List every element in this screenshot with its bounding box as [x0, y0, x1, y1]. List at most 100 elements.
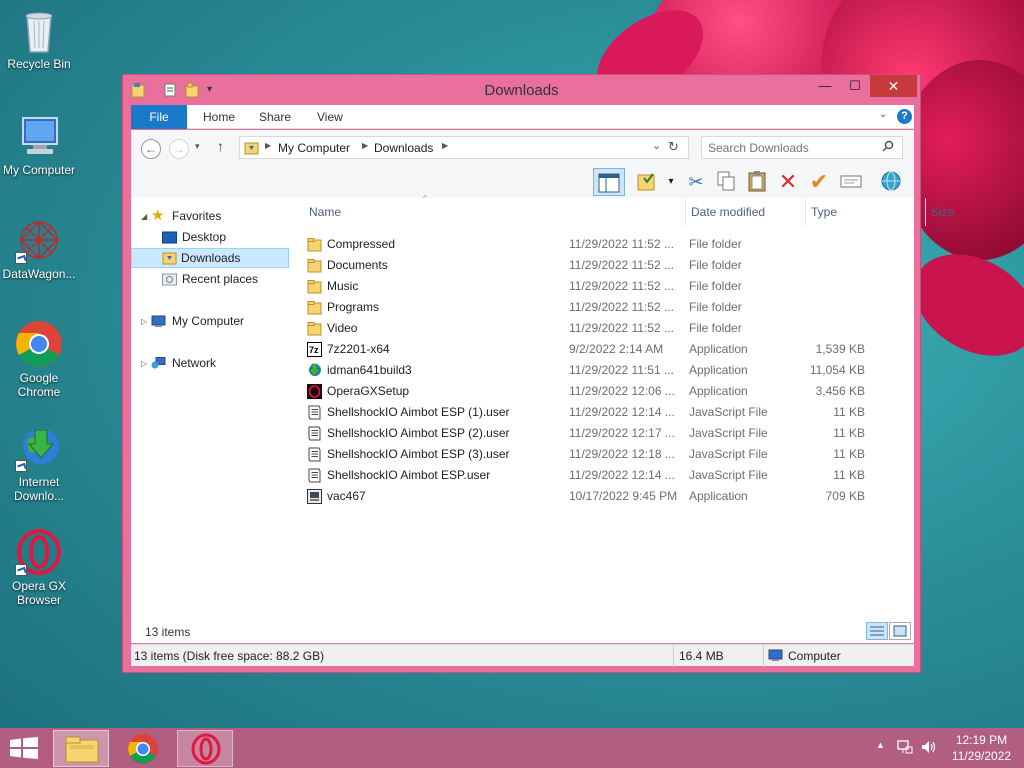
desktop-icon-datawagon[interactable]: DataWagon...	[0, 216, 78, 281]
file-row[interactable]: OperaGXSetup 11/29/2022 12:06 ... Applicat…	[301, 381, 881, 402]
chevron-down-icon[interactable]: ⌄	[879, 109, 887, 120]
network-globe-icon[interactable]	[879, 170, 903, 194]
file-date-modified: 11/29/2022 11:52 ...	[569, 300, 674, 314]
file-name: ShellshockIO Aimbot ESP.user	[327, 468, 491, 482]
taskbar-file-explorer[interactable]	[53, 730, 109, 767]
file-size: 1,539 KB	[815, 342, 865, 356]
nav-item-my-computer[interactable]: ▷ My Computer	[131, 311, 289, 331]
file-row[interactable]: Programs 11/29/2022 11:52 ... File folder	[301, 297, 881, 318]
nav-item-recent-places[interactable]: Recent places	[131, 269, 289, 289]
show-hidden-icons-chevron-icon[interactable]: ▲	[876, 740, 885, 750]
expand-arrow-icon[interactable]: ◢	[141, 207, 147, 227]
paste-icon[interactable]	[745, 170, 769, 194]
volume-icon[interactable]	[920, 739, 938, 758]
nav-item-network[interactable]: ▷ Network	[131, 353, 289, 373]
expand-arrow-icon[interactable]: ▷	[141, 312, 147, 332]
network-tray-icon[interactable]	[897, 739, 913, 758]
rename-checkmark-icon[interactable]: ✔	[807, 170, 831, 194]
breadcrumb-my-computer[interactable]: My Computer	[278, 141, 350, 155]
large-icons-view-button[interactable]	[889, 622, 911, 640]
minimize-button[interactable]: —	[810, 75, 840, 97]
refresh-icon[interactable]: ↻	[668, 139, 679, 155]
chrome-icon	[128, 734, 158, 764]
file-row[interactable]: 7z 7z2201-x64 9/2/2022 2:14 AM Application 1…	[301, 339, 881, 360]
details-view-button[interactable]	[866, 622, 888, 640]
breadcrumb-chevron-icon[interactable]: ▶	[265, 141, 271, 150]
shortcut-arrow-icon	[15, 460, 27, 472]
nav-item-downloads[interactable]: Downloads	[131, 248, 289, 268]
status-divider	[673, 645, 674, 667]
taskbar-opera-gx[interactable]	[177, 730, 233, 767]
file-row[interactable]: ShellshockIO Aimbot ESP.user 11/29/2022 1…	[301, 465, 881, 486]
column-header-size[interactable]: Size	[931, 205, 954, 219]
file-row[interactable]: ShellshockIO Aimbot ESP (3).user 11/29/20…	[301, 444, 881, 465]
clock-time: 12:19 PM	[955, 733, 1008, 747]
desktop-icon-my-computer[interactable]: My Computer	[0, 112, 78, 177]
column-divider[interactable]	[925, 198, 926, 226]
status-disk-space: 13 items (Disk free space: 88.2 GB)	[134, 649, 325, 663]
up-arrow-icon[interactable]: ↑	[217, 138, 224, 154]
properties-dialog-icon[interactable]	[839, 170, 863, 194]
desktop-icon-label: Internet Downlo...	[13, 475, 65, 503]
datawagon-icon	[15, 216, 63, 264]
column-header-date-modified[interactable]: Date modified	[691, 205, 765, 219]
tab-home[interactable]: Home	[189, 105, 249, 129]
svg-text:7z: 7z	[309, 345, 319, 355]
idm-icon	[15, 424, 63, 472]
taskbar-google-chrome[interactable]	[115, 730, 171, 767]
file-row[interactable]: ShellshockIO Aimbot ESP (2).user 11/29/20…	[301, 423, 881, 444]
column-divider[interactable]	[805, 198, 806, 226]
options-dropdown-icon[interactable]: ▾	[659, 170, 683, 194]
search-input[interactable]	[708, 140, 878, 155]
file-row[interactable]: vac467 10/17/2022 9:45 PM Application 709 K…	[301, 486, 881, 507]
copy-icon[interactable]	[714, 170, 738, 194]
back-arrow-icon[interactable]: ←	[141, 139, 161, 159]
file-row[interactable]: Compressed 11/29/2022 11:52 ... File folde…	[301, 234, 881, 255]
forward-arrow-icon[interactable]: →	[169, 139, 189, 159]
column-header-type[interactable]: Type	[811, 205, 837, 219]
explorer-body: ◢ ★ Favorites Desktop Downloads Recent p…	[131, 194, 954, 643]
file-row[interactable]: ShellshockIO Aimbot ESP (1).user 11/29/20…	[301, 402, 881, 423]
desktop-icon-opera-gx[interactable]: Opera GX Browser	[0, 528, 78, 607]
breadcrumb-chevron-icon[interactable]: ▶	[442, 141, 448, 150]
nav-item-desktop[interactable]: Desktop	[131, 227, 289, 247]
close-button[interactable]: ✕	[870, 75, 917, 97]
windows-start-icon[interactable]	[10, 737, 38, 762]
sort-ascending-icon: ^	[423, 194, 427, 203]
expand-arrow-icon[interactable]: ▷	[141, 354, 147, 374]
computer-icon	[151, 314, 166, 327]
file-name: Compressed	[327, 237, 396, 251]
breadcrumb-chevron-icon[interactable]: ▶	[362, 141, 368, 150]
nav-item-favorites[interactable]: ◢ ★ Favorites	[131, 206, 289, 226]
preview-pane-icon[interactable]	[593, 168, 625, 196]
column-divider[interactable]	[685, 198, 686, 226]
desktop-icon-google-chrome[interactable]: Google Chrome	[0, 320, 78, 399]
column-header-name[interactable]: Name	[309, 205, 341, 219]
delete-icon[interactable]: ✕	[776, 170, 800, 194]
file-date-modified: 11/29/2022 12:14 ...	[569, 405, 675, 419]
folder-options-icon[interactable]	[635, 170, 659, 194]
address-bar[interactable]: ▶ My Computer ▶ Downloads ▶ ⌄ ↻	[239, 136, 689, 159]
file-row[interactable]: Video 11/29/2022 11:52 ... File folder	[301, 318, 881, 339]
breadcrumb-downloads[interactable]: Downloads	[374, 141, 433, 155]
address-history-chevron-icon[interactable]: ⌄	[652, 139, 661, 152]
tab-share[interactable]: Share	[245, 105, 305, 129]
file-name: ShellshockIO Aimbot ESP (2).user	[327, 426, 510, 440]
maximize-button[interactable]: ☐	[840, 75, 870, 97]
title-bar[interactable]: ▾ Downloads — ☐ ✕	[123, 75, 920, 105]
tab-file[interactable]: File	[131, 105, 187, 129]
recent-locations-chevron-icon[interactable]: ▾	[195, 141, 200, 152]
file-row[interactable]: idman641build3 11/29/2022 11:51 ... Applic…	[301, 360, 881, 381]
folder-location-icon	[244, 140, 259, 158]
file-row[interactable]: Music 11/29/2022 11:52 ... File folder	[301, 276, 881, 297]
cut-icon[interactable]: ✂	[684, 170, 708, 194]
desktop-icon-internet-download-manager[interactable]: Internet Downlo...	[0, 424, 78, 503]
file-type: File folder	[689, 279, 742, 293]
tab-view[interactable]: View	[303, 105, 357, 129]
search-box[interactable]	[701, 136, 903, 159]
system-clock[interactable]: 12:19 PM 11/29/2022	[944, 732, 1019, 764]
file-row[interactable]: Documents 11/29/2022 11:52 ... File folder	[301, 255, 881, 276]
help-icon[interactable]: ?	[897, 109, 912, 124]
search-icon[interactable]	[882, 140, 894, 155]
desktop-icon-recycle-bin[interactable]: Recycle Bin	[0, 6, 78, 71]
